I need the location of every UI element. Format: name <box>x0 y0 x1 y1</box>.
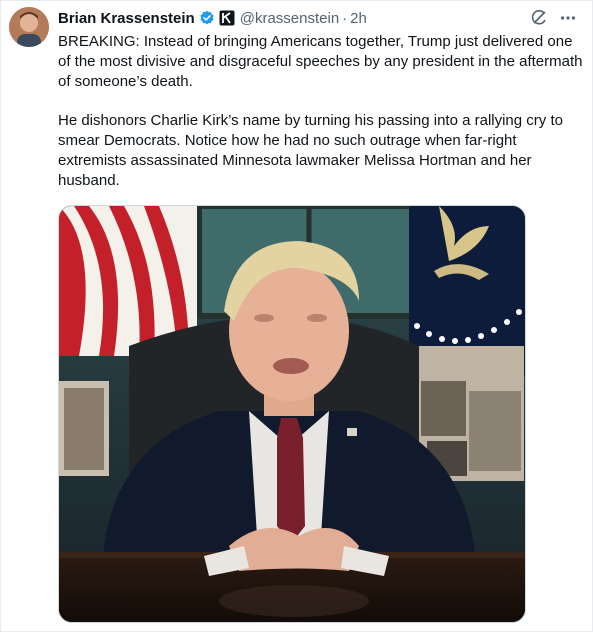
tweet-paragraph-1: BREAKING: Instead of bringing Americans … <box>58 33 583 90</box>
more-options-icon[interactable] <box>559 9 577 27</box>
tweet-header: Brian Krassenstein @krassenstein · 2h <box>58 8 367 28</box>
verified-badge-icon <box>199 10 215 26</box>
tweet-card[interactable]: Brian Krassenstein @krassenstein · 2h BR… <box>0 0 593 632</box>
display-name[interactable]: Brian Krassenstein <box>58 10 195 27</box>
separator-dot: · <box>342 9 348 27</box>
timestamp[interactable]: 2h <box>350 10 367 27</box>
user-handle[interactable]: @krassenstein <box>240 10 339 27</box>
grok-icon[interactable] <box>530 9 548 27</box>
tweet-video-media[interactable] <box>58 205 526 623</box>
avatar[interactable] <box>9 7 49 47</box>
tweet-text: BREAKING: Instead of bringing Americans … <box>58 32 588 191</box>
tweet-paragraph-2: He dishonors Charlie Kirk’s name by turn… <box>58 112 563 189</box>
affiliate-logo-icon[interactable] <box>219 10 235 26</box>
video-still-image <box>59 206 525 622</box>
